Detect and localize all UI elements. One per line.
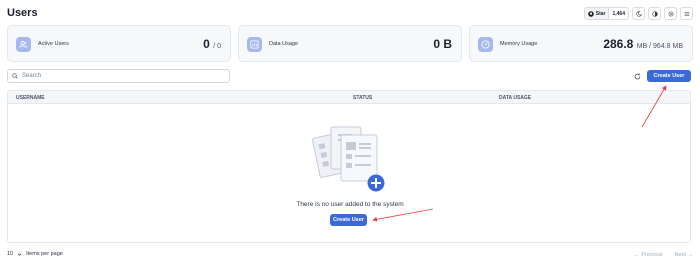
gauge-icon bbox=[478, 37, 493, 52]
contrast-icon bbox=[651, 10, 658, 17]
next-page-button[interactable]: Next → bbox=[675, 252, 693, 258]
items-per-page: 10 Items per page bbox=[7, 251, 63, 257]
items-per-page-select[interactable]: 10 bbox=[7, 251, 22, 257]
empty-state-illustration bbox=[312, 126, 385, 192]
stat-label: Data Usage bbox=[269, 41, 299, 47]
search-placeholder: Search bbox=[22, 73, 42, 79]
column-header-data-usage[interactable]: DATA USAGE bbox=[499, 95, 531, 101]
refresh-button[interactable] bbox=[632, 71, 642, 81]
stat-label: Active Users bbox=[38, 41, 69, 47]
table-footer: 10 Items per page ← Previous Next → bbox=[7, 251, 693, 260]
items-per-page-value: 10 bbox=[7, 251, 14, 257]
page-title: Users bbox=[7, 7, 38, 19]
github-star-count: 1,464 bbox=[612, 10, 625, 17]
menu-icon bbox=[684, 11, 689, 16]
stat-value: 0 B bbox=[433, 37, 452, 51]
page-header: Users Star 1,464 bbox=[7, 4, 693, 22]
settings-button[interactable] bbox=[664, 7, 677, 20]
table-header: USERNAME STATUS DATA USAGE bbox=[8, 91, 690, 104]
stat-card-data-usage: Data Usage 0 B bbox=[238, 25, 462, 62]
github-icon bbox=[587, 10, 594, 17]
chart-icon bbox=[247, 37, 262, 52]
stat-value: 0 / 0 bbox=[203, 37, 221, 51]
github-star-button[interactable]: Star 1,464 bbox=[583, 7, 629, 20]
column-header-status[interactable]: STATUS bbox=[353, 95, 372, 101]
gear-icon bbox=[667, 10, 674, 17]
stat-value: 286.8 MB / 964.8 MB bbox=[603, 37, 683, 51]
stats-row: Active Users 0 / 0 Data Usage 0 B Memory… bbox=[7, 25, 693, 62]
create-user-button[interactable]: Create User bbox=[647, 70, 691, 82]
stat-label: Memory Usage bbox=[500, 41, 538, 47]
items-per-page-label: Items per page bbox=[26, 251, 63, 257]
stat-card-memory-usage: Memory Usage 286.8 MB / 964.8 MB bbox=[469, 25, 693, 62]
moon-icon bbox=[635, 10, 642, 17]
contrast-toggle-button[interactable] bbox=[648, 7, 661, 20]
stat-card-active-users: Active Users 0 / 0 bbox=[7, 25, 231, 62]
search-icon bbox=[12, 73, 18, 79]
column-header-username[interactable]: USERNAME bbox=[16, 95, 45, 101]
search-input[interactable]: Search bbox=[7, 69, 230, 83]
empty-state-create-user-button[interactable]: Create User bbox=[330, 214, 367, 226]
pagination: ← Previous Next → bbox=[634, 252, 693, 258]
previous-page-button[interactable]: ← Previous bbox=[634, 252, 662, 258]
header-actions: Star 1,464 bbox=[583, 7, 693, 20]
chevron-down-icon bbox=[17, 253, 22, 256]
users-icon bbox=[16, 37, 31, 52]
github-star-label: Star bbox=[595, 10, 606, 17]
menu-button[interactable] bbox=[680, 7, 693, 20]
theme-toggle-button[interactable] bbox=[632, 7, 645, 20]
empty-state-message: There is no user added to the system bbox=[296, 201, 404, 208]
refresh-icon bbox=[634, 73, 640, 79]
